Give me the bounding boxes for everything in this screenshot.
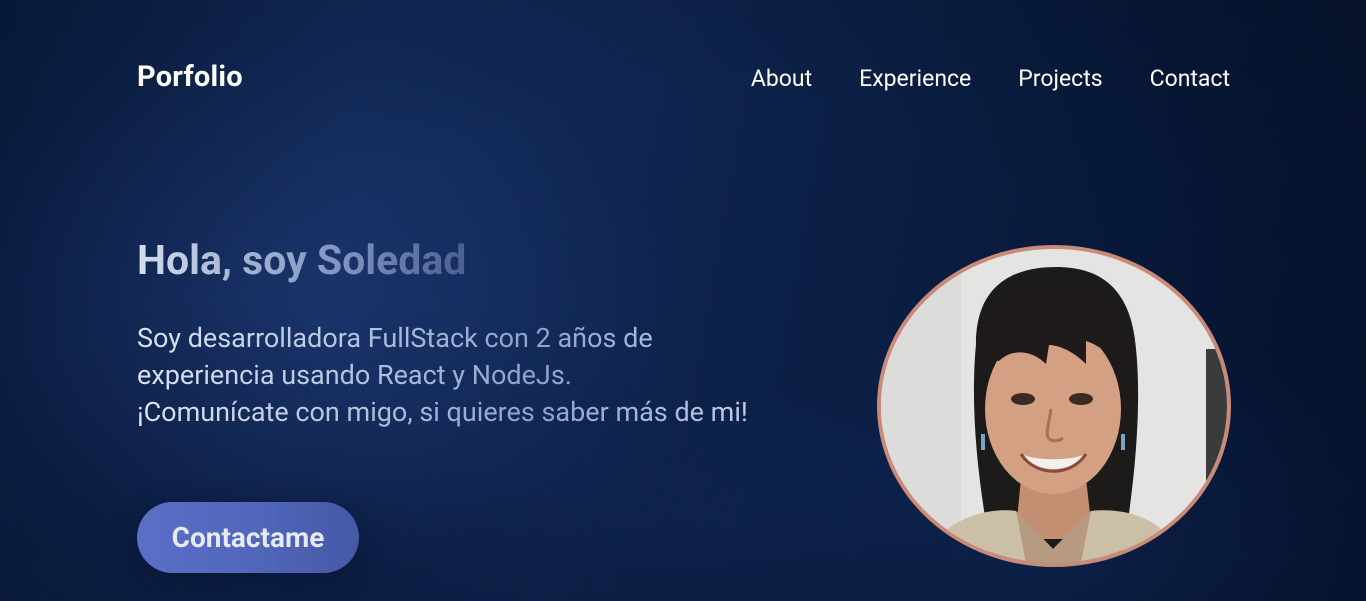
profile-photo-illustration (881, 249, 1227, 563)
nav-link-about[interactable]: About (751, 64, 812, 94)
nav-link-experience[interactable]: Experience (859, 64, 971, 94)
profile-photo (877, 245, 1231, 567)
logo[interactable]: Porfolio (137, 60, 243, 94)
nav-link-contact[interactable]: Contact (1150, 64, 1230, 94)
portfolio-page: Porfolio About Experience Projects Conta… (0, 0, 1366, 601)
nav-link-projects[interactable]: Projects (1018, 64, 1102, 94)
hero-intro-line: ¡Comunícate con migo, si quieres saber m… (137, 396, 748, 428)
hero-intro-line: experiencia usando React y NodeJs. (137, 359, 572, 391)
hero-intro-line: Soy desarrolladora FullStack con 2 años … (137, 322, 653, 354)
contact-button[interactable]: Contactame (137, 502, 359, 573)
main-nav: About Experience Projects Contact (751, 64, 1230, 94)
hero-greeting: Hola, soy Soledad (137, 237, 467, 285)
hero-intro: Soy desarrolladora FullStack con 2 años … (137, 320, 857, 431)
